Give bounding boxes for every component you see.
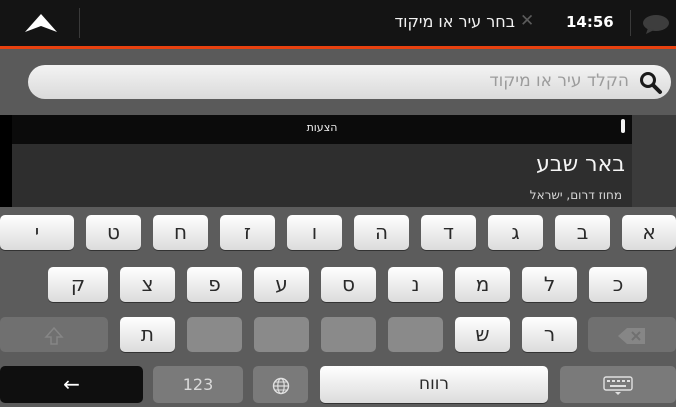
- back-button[interactable]: ←: [0, 366, 143, 403]
- key-tet[interactable]: ט: [86, 215, 141, 250]
- language-key[interactable]: [253, 366, 308, 403]
- key-alef[interactable]: א: [622, 215, 676, 250]
- key-bet[interactable]: ב: [555, 215, 610, 250]
- suggestion-region: מחוז דרום, ישראל: [529, 188, 622, 202]
- globe-icon: [272, 377, 289, 394]
- clear-icon[interactable]: ✕: [520, 11, 534, 31]
- shift-key[interactable]: [0, 317, 108, 352]
- suggestion-item[interactable]: באר שבע מחוז דרום, ישראל: [12, 144, 632, 207]
- key-mem[interactable]: מ: [455, 267, 510, 302]
- key-gimel[interactable]: ג: [488, 215, 543, 250]
- keyboard-icon: [603, 375, 633, 395]
- key-pe[interactable]: פ: [187, 267, 242, 302]
- key-lamed[interactable]: ל: [522, 267, 577, 302]
- scrollbar[interactable]: [621, 115, 676, 207]
- app-window: בחר עיר או מיקוד ✕ 14:56 הקלד עיר או מיק…: [0, 0, 676, 407]
- navigation-arrow-icon: [25, 14, 57, 32]
- key-zayin[interactable]: ז: [220, 215, 275, 250]
- blank-key: [187, 317, 242, 352]
- suggestions-header: הצעות: [12, 115, 632, 144]
- navigation-button[interactable]: [0, 0, 80, 46]
- key-tav[interactable]: ת: [120, 317, 175, 352]
- search-area: הקלד עיר או מיקוד: [0, 49, 676, 115]
- key-samekh[interactable]: ס: [321, 267, 376, 302]
- key-resh[interactable]: ר: [522, 317, 577, 352]
- blank-key: [321, 317, 376, 352]
- key-ayin[interactable]: ע: [254, 267, 309, 302]
- key-yod[interactable]: י: [0, 215, 74, 250]
- blank-key: [388, 317, 443, 352]
- key-tsadi[interactable]: צ: [120, 267, 175, 302]
- chat-bubble-icon: [643, 15, 669, 34]
- on-screen-keyboard: א ב ג ד ה ו ז ח ט י כ ל מ נ ס ע פ צ ק ר …: [0, 207, 676, 407]
- key-kaf[interactable]: כ: [589, 267, 647, 302]
- key-dalet[interactable]: ד: [421, 215, 476, 250]
- clock-time: 14:56: [566, 13, 614, 31]
- top-bar: בחר עיר או מיקוד ✕ 14:56: [0, 0, 676, 49]
- backspace-icon: [618, 327, 645, 344]
- blank-key: [254, 317, 309, 352]
- search-icon[interactable]: [639, 71, 663, 95]
- messages-button[interactable]: [630, 8, 676, 38]
- backspace-key[interactable]: [588, 317, 676, 352]
- key-het[interactable]: ח: [153, 215, 208, 250]
- key-he[interactable]: ה: [354, 215, 409, 250]
- suggestions-title: הצעות: [306, 121, 338, 134]
- key-nun[interactable]: נ: [388, 267, 443, 302]
- hide-keyboard-key[interactable]: [560, 366, 676, 403]
- key-vav[interactable]: ו: [287, 215, 342, 250]
- key-shin[interactable]: ש: [455, 317, 510, 352]
- search-input[interactable]: הקלד עיר או מיקוד: [28, 65, 671, 99]
- shift-arrow-icon: [44, 326, 64, 345]
- space-key[interactable]: רווח: [320, 366, 548, 403]
- suggestion-city: באר שבע: [536, 152, 625, 177]
- search-placeholder: הקלד עיר או מיקוד: [489, 71, 629, 91]
- page-title: בחר עיר או מיקוד: [394, 12, 515, 31]
- scroll-thumb[interactable]: [621, 119, 625, 133]
- numbers-key[interactable]: 123: [153, 366, 243, 403]
- key-qof[interactable]: ק: [48, 267, 108, 302]
